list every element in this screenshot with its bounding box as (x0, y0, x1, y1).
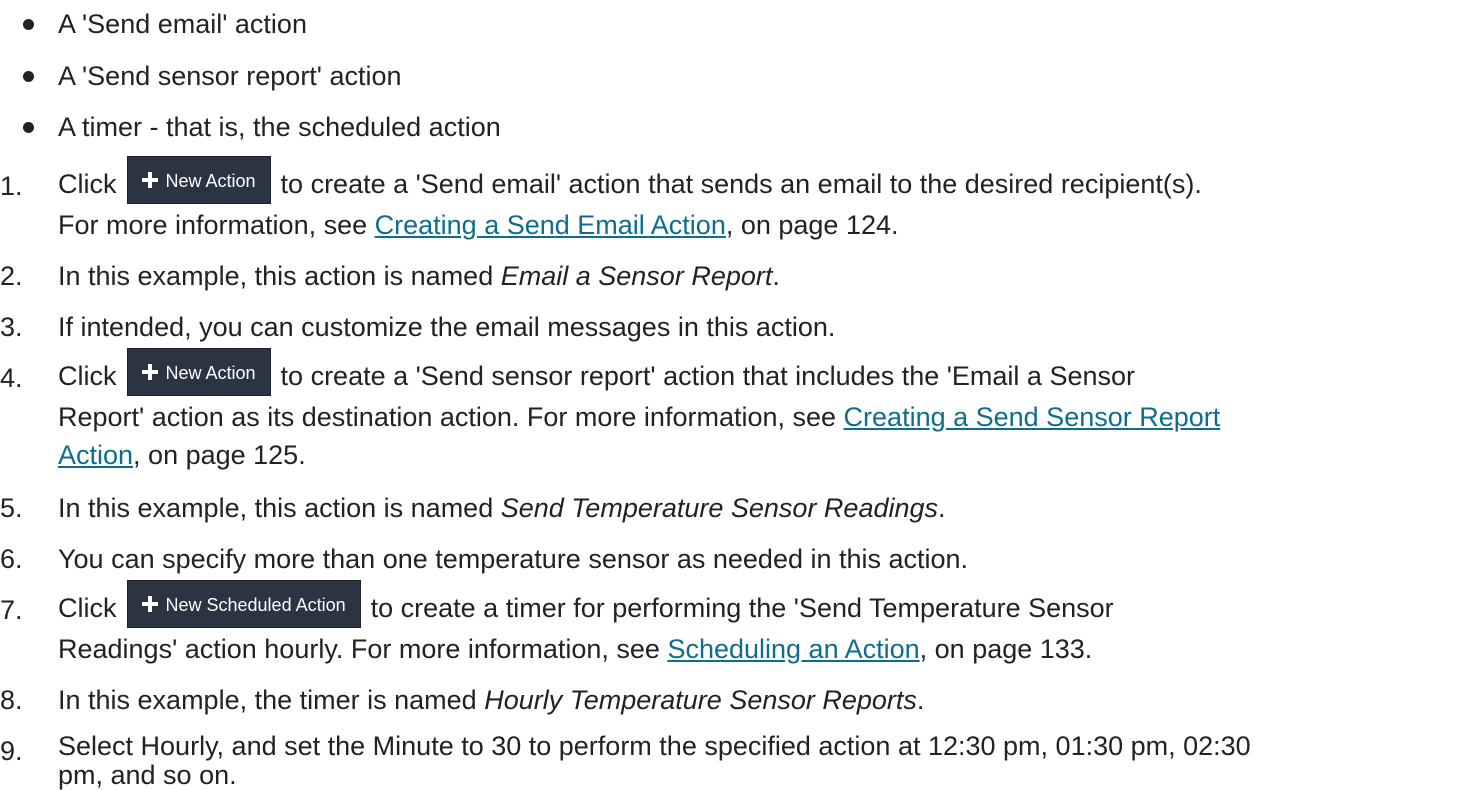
action-name: Email a Sensor Report (500, 261, 773, 291)
bullet-marker (23, 19, 34, 30)
button-label: New Action (165, 171, 256, 191)
step-body: If intended, you can customize the email… (58, 308, 1458, 346)
page-reference: , on page 124. (725, 210, 899, 240)
step-line: Click New Action to create a 'Send email' … (58, 156, 1458, 210)
button-label: New Scheduled Action (165, 595, 346, 615)
step-number: 9. (0, 736, 23, 766)
step-body: Click New Scheduled Action to create a tim… (58, 580, 1458, 668)
step-body: Click New Action to create a 'Send sensor … (58, 348, 1458, 474)
step-number: 6. (0, 544, 23, 574)
step-body: Select Hourly, and set the Minute to 30 … (58, 732, 1458, 790)
step-text: Report' action as its destination action… (58, 402, 837, 432)
step-text: . (772, 261, 780, 291)
action-name: Send Temperature Sensor Readings (500, 493, 939, 523)
link-creating-send-email-action[interactable]: Creating a Send Email Action (375, 210, 726, 240)
step-line: Readings' action hourly. For more inform… (58, 630, 1458, 668)
step-number: 4. (0, 363, 23, 393)
step-text: Click (58, 593, 117, 624)
bullet-marker (23, 122, 34, 133)
page-reference: , on page 125. (133, 440, 306, 470)
link-creating-send-sensor-report-action-cont[interactable]: Action (58, 440, 133, 470)
new-scheduled-action-button[interactable]: New Scheduled Action (126, 580, 361, 628)
new-action-button[interactable]: New Action (126, 156, 271, 204)
step-text: Readings' action hourly. For more inform… (58, 634, 660, 664)
bullet-item-timer: A timer - that is, the scheduled action (58, 112, 501, 142)
step-text: You can specify more than one temperatur… (58, 544, 969, 574)
step-number: 5. (0, 493, 23, 523)
step-number: 1. (0, 171, 23, 201)
step-line: In this example, this action is named Se… (58, 489, 1458, 527)
link-creating-send-sensor-report-action[interactable]: Creating a Send Sensor Report (844, 402, 1221, 432)
step-text: Click (58, 361, 117, 392)
step-text: In this example, this action is named (58, 261, 494, 291)
step-line: Action, on page 125. (58, 436, 1458, 474)
button-label: New Action (165, 363, 256, 383)
step-line: In this example, the timer is named Hour… (58, 681, 1458, 719)
step-text: to create a 'Send email' action that sen… (280, 169, 1202, 200)
step-line: pm, and so on. (58, 760, 237, 790)
step-text: If intended, you can customize the email… (58, 312, 836, 342)
bullet-marker (23, 71, 34, 82)
step-number: 2. (0, 261, 23, 291)
step-number: 7. (0, 595, 23, 625)
step-text: . (916, 685, 925, 715)
step-text: to create a 'Send sensor report' action … (280, 361, 1135, 392)
step-number: 3. (0, 312, 23, 342)
plus-icon (141, 172, 158, 188)
step-text: For more information, see (58, 210, 368, 240)
plus-icon (141, 364, 158, 380)
step-text: Click (58, 169, 117, 200)
plus-icon (141, 596, 158, 612)
step-body: In this example, this action is named Em… (58, 257, 1458, 295)
step-body: In this example, this action is named Se… (58, 489, 1458, 527)
step-body: In this example, the timer is named Hour… (58, 681, 1458, 719)
step-line: Report' action as its destination action… (58, 398, 1458, 436)
step-body: You can specify more than one temperatur… (58, 540, 1458, 578)
step-line: For more information, see Creating a Sen… (58, 206, 1458, 244)
page-reference: , on page 133. (919, 634, 1093, 664)
step-text: to create a timer for performing the 'Se… (370, 593, 1114, 624)
new-action-button[interactable]: New Action (126, 348, 271, 396)
bullet-item-send-sensor-report: A 'Send sensor report' action (58, 61, 402, 91)
step-text: . (938, 493, 946, 523)
link-scheduling-an-action[interactable]: Scheduling an Action (667, 634, 919, 664)
step-line: In this example, this action is named Em… (58, 257, 1458, 295)
bullet-item-send-email: A 'Send email' action (58, 9, 307, 39)
step-body: Click New Action to create a 'Send email' … (58, 156, 1458, 244)
step-text: In this example, the timer is named (58, 685, 477, 715)
step-line: Click New Action to create a 'Send sensor … (58, 348, 1458, 402)
timer-name: Hourly Temperature Sensor Reports (484, 685, 917, 715)
step-line: Click New Scheduled Action to create a tim… (58, 580, 1458, 634)
step-line: Select Hourly, and set the Minute to 30 … (58, 731, 1251, 761)
step-text: In this example, this action is named (58, 493, 494, 523)
step-number: 8. (0, 685, 23, 715)
